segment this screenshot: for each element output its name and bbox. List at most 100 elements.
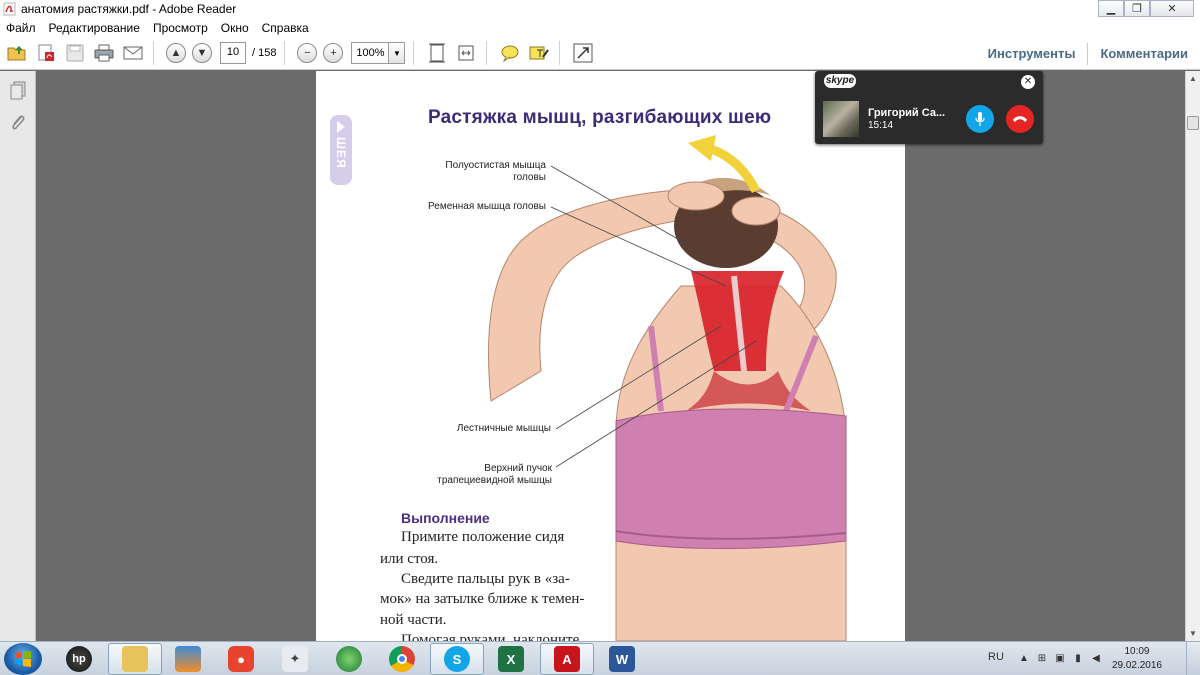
title-bar: анатомия растяжки.pdf - Adobe Reader ▁ ❐… (0, 0, 1200, 18)
scroll-up-button[interactable]: ▲ (1186, 71, 1200, 86)
adobe-reader-icon: A (554, 646, 580, 672)
restore-button[interactable]: ❐ (1124, 0, 1150, 17)
previous-page-button[interactable]: ▲ (166, 43, 186, 63)
taskbar-media[interactable] (161, 643, 215, 675)
expand-button[interactable] (571, 41, 595, 65)
page-total: / 158 (252, 47, 277, 59)
show-hidden-icons-icon[interactable]: ▲ (1018, 652, 1030, 664)
globe-icon (336, 646, 362, 672)
windows-flag-icon[interactable]: ⊞ (1036, 652, 1048, 664)
callout-scalene: Лестничные мышцы (456, 423, 551, 434)
body-text-line: Сведите пальцы рук в «за- (401, 571, 570, 587)
language-indicator[interactable]: RU (988, 651, 1004, 663)
recorder-app-icon: ● (228, 646, 254, 672)
fit-width-button[interactable] (454, 41, 478, 65)
open-folder-icon (7, 46, 26, 61)
fit-page-button[interactable] (425, 41, 449, 65)
page-thumbnails-button[interactable] (6, 79, 30, 103)
scroll-up-arrow-icon: ▲ (1189, 74, 1197, 83)
clock-date: 29.02.2016 (1111, 660, 1162, 671)
printer-icon (94, 44, 114, 62)
windows-taskbar: hp ● ✦ S X A W RU ▲ ⊞ ▣ ▮ ◀ 10:09 29.02.… (0, 641, 1200, 675)
taskbar-word[interactable]: W (595, 643, 649, 675)
callout-text: Полуостистая мышца (445, 160, 546, 171)
attachments-button[interactable] (6, 111, 30, 135)
comment-bubble-icon (501, 45, 519, 62)
scroll-down-button[interactable]: ▼ (1186, 626, 1200, 641)
highlight-button[interactable] (527, 41, 551, 65)
save-button[interactable] (63, 41, 87, 65)
tray-icons: ▲ ⊞ ▣ ▮ ◀ (1018, 652, 1108, 664)
taskbar-chrome[interactable] (375, 643, 429, 675)
taskbar-globe[interactable] (322, 643, 376, 675)
toolbar-right-links: Инструменты Комментарии (976, 37, 1200, 70)
callout-trapezius: Верхний пучок трапециевидной мышцы (420, 463, 552, 487)
menu-edit[interactable]: Редактирование (49, 21, 140, 35)
toolbar: ▲ ▼ 10 / 158 − + 100% ▼ Инструменты Комм… (0, 37, 1200, 70)
create-pdf-button[interactable] (34, 41, 58, 65)
network-signal-icon[interactable]: ▮ (1072, 652, 1084, 664)
hang-up-phone-icon (1013, 116, 1027, 122)
sticky-note-button[interactable] (498, 41, 522, 65)
volume-icon[interactable]: ◀ (1090, 652, 1102, 664)
media-player-icon (175, 646, 201, 672)
plus-icon: + (330, 47, 337, 59)
zoom-value[interactable]: 100% (351, 42, 390, 64)
zoom-in-button[interactable]: + (323, 43, 344, 63)
page-number-input[interactable]: 10 (220, 42, 246, 64)
callout-text: трапециевидной мышцы (437, 475, 552, 486)
end-call-button[interactable] (1006, 105, 1034, 133)
tools-link[interactable]: Инструменты (976, 46, 1088, 61)
zoom-dropdown-button[interactable]: ▼ (389, 42, 406, 64)
scroll-thumb[interactable] (1187, 116, 1199, 130)
menu-view[interactable]: Просмотр (153, 21, 208, 35)
section-side-tab: ШЕЯ (330, 115, 352, 185)
body-text-line: или стоя. (380, 551, 439, 567)
taskbar-app-fly[interactable]: ✦ (268, 643, 322, 675)
menu-help[interactable]: Справка (262, 21, 309, 35)
adobe-reader-window: анатомия растяжки.pdf - Adobe Reader ▁ ❐… (0, 0, 1200, 675)
mute-microphone-button[interactable] (966, 105, 994, 133)
menu-file[interactable]: Файл (6, 21, 36, 35)
excel-icon: X (498, 646, 524, 672)
arrow-down-icon: ▼ (196, 47, 208, 59)
close-window-button[interactable]: ✕ (1150, 0, 1194, 17)
system-clock[interactable]: 10:09 29.02.2016 (1112, 645, 1162, 673)
microphone-icon (975, 112, 985, 126)
skype-close-button[interactable]: ✕ (1021, 75, 1035, 89)
callout-splenius: Ременная мышца головы (428, 201, 546, 212)
taskbar-hp[interactable]: hp (52, 643, 106, 675)
comments-link[interactable]: Комментарии (1088, 46, 1200, 61)
taskbar-app-red[interactable]: ● (214, 643, 268, 675)
hp-icon: hp (66, 646, 92, 672)
device-icon[interactable]: ▣ (1054, 652, 1066, 664)
page-title: Растяжка мышц, разгибающих шею (428, 107, 772, 128)
section-heading: Выполнение (401, 510, 490, 526)
caller-name: Григорий Са... (868, 107, 946, 119)
show-desktop-button[interactable] (1186, 642, 1200, 675)
chrome-icon (389, 646, 415, 672)
taskbar-adobe-reader[interactable]: A (540, 643, 594, 675)
scroll-down-arrow-icon: ▼ (1189, 629, 1197, 638)
skype-call-popup[interactable]: skype ✕ Григорий Са... 15:14 (815, 71, 1043, 144)
minimize-button[interactable]: ▁ (1098, 0, 1124, 17)
menu-window[interactable]: Окно (221, 21, 249, 35)
caller-avatar (823, 101, 859, 137)
open-file-button[interactable] (5, 41, 29, 65)
vertical-scrollbar[interactable]: ▲ ▼ (1185, 71, 1200, 641)
start-button[interactable] (4, 643, 42, 675)
zoom-out-button[interactable]: − (297, 43, 318, 63)
next-page-button[interactable]: ▼ (192, 43, 212, 63)
callout-semispinalis: Полуостистая мышца головы (424, 160, 546, 184)
taskbar-excel[interactable]: X (484, 643, 538, 675)
email-button[interactable] (121, 41, 145, 65)
zoom-select[interactable]: 100% ▼ (351, 42, 406, 64)
close-icon: ✕ (1023, 76, 1033, 87)
call-duration: 15:14 (868, 120, 894, 131)
pdf-page: ШЕЯ Растяжка мышц, разгибающих шею Полуо… (316, 71, 905, 641)
print-button[interactable] (92, 41, 116, 65)
taskbar-explorer[interactable] (108, 643, 162, 675)
taskbar-skype[interactable]: S (430, 643, 484, 675)
save-disk-icon (66, 44, 84, 62)
document-view[interactable]: ШЕЯ Растяжка мышц, разгибающих шею Полуо… (37, 71, 1185, 641)
